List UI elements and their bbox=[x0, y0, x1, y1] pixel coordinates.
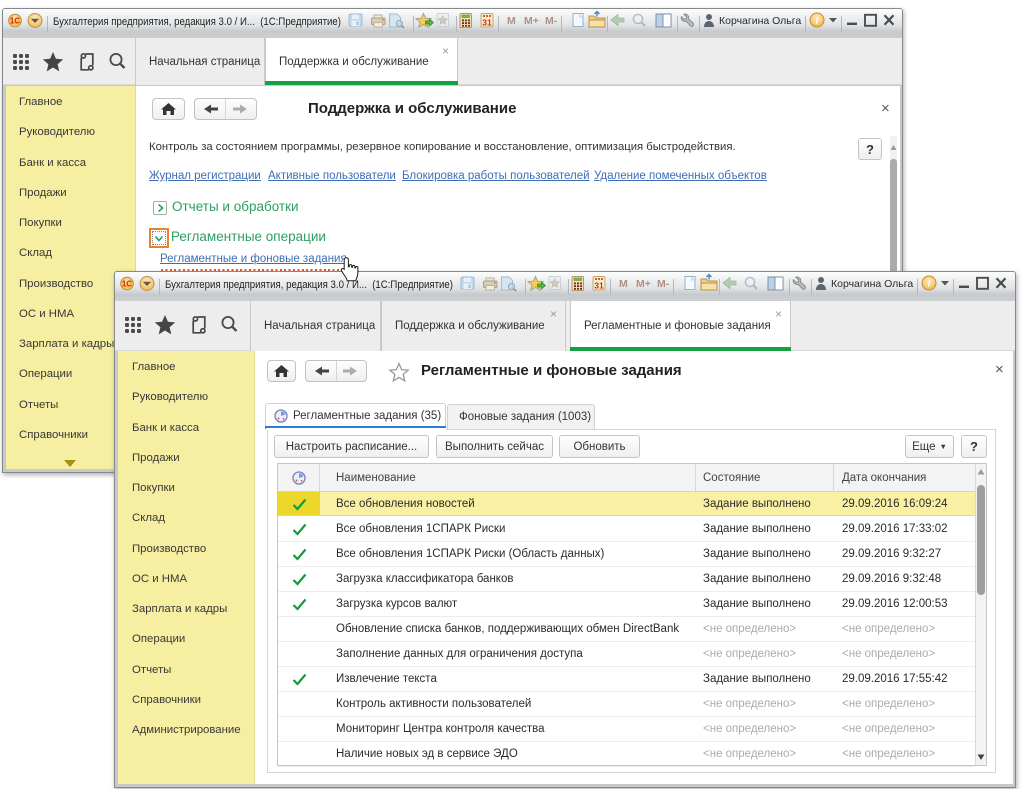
svg-text:31: 31 bbox=[482, 18, 492, 28]
svg-text:M+: M+ bbox=[524, 15, 539, 27]
svg-text:M: M bbox=[507, 15, 516, 27]
svg-text:1С: 1С bbox=[10, 17, 20, 26]
svg-text:Корчагина Ольга: Корчагина Ольга bbox=[719, 15, 801, 27]
svg-text:M-: M- bbox=[545, 15, 558, 27]
svg-text:i: i bbox=[816, 17, 819, 27]
svg-text:1С: 1С bbox=[122, 280, 132, 289]
